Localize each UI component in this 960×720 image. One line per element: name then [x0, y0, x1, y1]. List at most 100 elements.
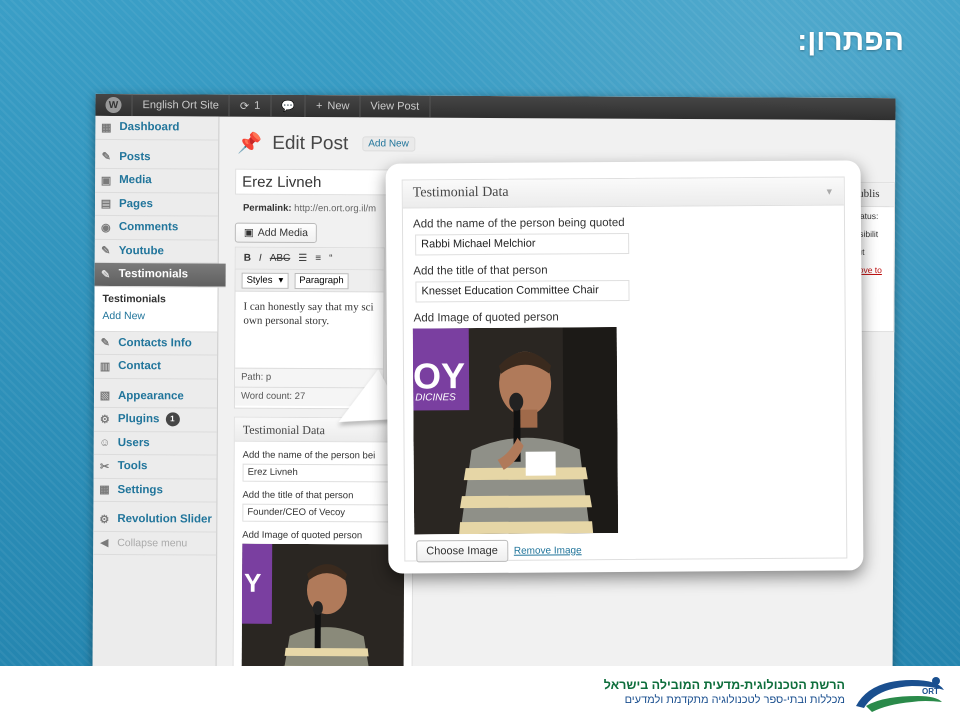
- remove-image-link[interactable]: Remove Image: [514, 545, 582, 556]
- media-icon: ▣: [243, 226, 254, 239]
- add-media-label: Add Media: [257, 226, 309, 240]
- italic-icon[interactable]: I: [259, 253, 262, 264]
- updates-item[interactable]: ⟳ 1: [229, 94, 272, 117]
- callout-metabox-header[interactable]: Testimonial Data ▼: [402, 177, 844, 209]
- sidebar-item-posts[interactable]: ✎ Posts: [95, 145, 219, 170]
- strikethrough-icon[interactable]: ABC: [270, 253, 291, 264]
- title-field[interactable]: Founder/CEO of Vecoy: [242, 503, 405, 523]
- sidebar-item-comments[interactable]: ◉ Comments: [94, 215, 218, 241]
- format-select[interactable]: Paragraph: [294, 272, 349, 289]
- image-field-label: Add Image of quoted person: [242, 529, 363, 542]
- zoom-callout: Testimonial Data ▼ Add the name of the p…: [385, 160, 864, 574]
- sidebar-item-label: Contacts Info: [118, 336, 192, 350]
- sidebar-item-label: Settings: [117, 483, 163, 497]
- sidebar-item-label: Tools: [117, 460, 148, 473]
- settings-icon: ▦: [99, 484, 110, 497]
- new-content-item[interactable]: + New: [305, 95, 361, 118]
- wp-logo-item[interactable]: W: [95, 93, 133, 117]
- sidebar-item-label: Users: [117, 436, 150, 449]
- speaker-photo-large-image: OY DICINES: [412, 327, 619, 535]
- format-select-value: Paragraph: [299, 274, 344, 287]
- sidebar-item-users[interactable]: ☺ Users: [93, 431, 217, 456]
- sidebar-item-label: Pages: [118, 197, 153, 210]
- styles-select[interactable]: Styles ▾: [241, 272, 289, 289]
- bold-icon[interactable]: B: [244, 253, 251, 264]
- callout-name-field[interactable]: Rabbi Michael Melchior: [415, 232, 630, 256]
- ort-logo: ORT: [856, 677, 944, 712]
- callout-image-label: Add Image of quoted person: [413, 311, 559, 325]
- permalink-label: Permalink:: [242, 202, 292, 214]
- new-label: New: [327, 100, 350, 113]
- callout-title-field[interactable]: Knesset Education Committee Chair: [415, 279, 630, 303]
- wordpress-logo-icon: W: [105, 96, 122, 114]
- appearance-icon: ▧: [99, 390, 111, 403]
- tagline-line-2: מכללות ובתי-ספר לטכנולוגיה מתקדמת ולמדעי…: [624, 694, 845, 706]
- sidebar-item-settings[interactable]: ▦ Settings: [93, 478, 217, 503]
- sidebar-item-plugins[interactable]: ⚙ Plugins 1: [93, 407, 217, 433]
- ort-tagline: הרשת הטכנולוגית-מדעית המובילה בישראל מכל…: [604, 678, 845, 706]
- sidebar-item-label: Dashboard: [119, 121, 180, 134]
- sidebar-item-tools[interactable]: ✂ Tools: [93, 454, 217, 480]
- pages-icon: ▤: [100, 198, 112, 211]
- collapse-arrow-icon: ◀: [99, 537, 109, 550]
- collapse-label: Collapse menu: [117, 536, 188, 550]
- svg-text:Y: Y: [244, 568, 262, 598]
- sidebar-item-label: Youtube: [118, 244, 164, 258]
- pin-icon: ✎: [100, 268, 111, 281]
- callout-testimonial-metabox: Testimonial Data ▼ Add the name of the p…: [401, 176, 848, 563]
- quoted-person-photo: Y: [241, 543, 405, 685]
- sidebar-item-label: Posts: [119, 150, 151, 163]
- bullet-list-icon[interactable]: ☰: [298, 253, 307, 264]
- sidebar-item-dashboard[interactable]: ▦ Dashboard: [95, 115, 219, 141]
- sidebar-item-media[interactable]: ▣ Media: [95, 168, 219, 194]
- sidebar-item-contact[interactable]: ▥ Contact: [94, 354, 218, 380]
- sidebar-item-label: Media: [119, 174, 152, 187]
- tagline-line-1: הרשת הטכנולוגית-מדעית המובילה בישראל: [603, 678, 845, 692]
- editor-toolbar-1: B I ABC ☰ ≡ “: [235, 247, 384, 271]
- callout-title-label: Add the title of that person: [413, 264, 548, 278]
- collapse-menu-button[interactable]: ◀ Collapse menu: [93, 531, 217, 556]
- updates-count: 1: [254, 99, 261, 112]
- sidebar-item-label: Comments: [118, 221, 179, 234]
- comments-item[interactable]: 💬: [271, 94, 307, 118]
- plugins-update-badge: 1: [165, 412, 180, 427]
- speaker-photo-image: Y: [241, 543, 405, 685]
- svg-text:DICINES: DICINES: [415, 392, 456, 403]
- sidebar-item-youtube[interactable]: ✎ Youtube: [94, 239, 218, 264]
- page-title: Edit Post: [272, 132, 349, 154]
- admin-sidebar: ▦ Dashboard ✎ Posts ▣ Media ▤ Pages ◉ Comment…: [92, 115, 226, 693]
- permalink: Permalink: http://en.ort.org.il/m: [243, 203, 376, 215]
- editor-body[interactable]: I can honestly say that my sci own perso…: [235, 292, 383, 369]
- sidebar-item-revolution-slider[interactable]: ⚙ Revolution Slider: [93, 507, 217, 533]
- sidebar-item-contacts-info[interactable]: ✎ Contacts Info: [94, 331, 218, 356]
- collapse-toggle-icon[interactable]: ▼: [825, 183, 834, 200]
- pushpin-icon: 📌: [237, 132, 263, 155]
- sidebar-item-testimonials[interactable]: ✎ Testimonials: [94, 262, 226, 288]
- blockquote-icon[interactable]: “: [329, 253, 332, 264]
- callout-metabox-title: Testimonial Data: [412, 184, 509, 201]
- submenu-item-testimonials[interactable]: Testimonials: [102, 290, 217, 308]
- svg-text:ORT: ORT: [922, 687, 939, 696]
- submenu-item-add-new[interactable]: Add New: [102, 307, 217, 325]
- callout-image-actions: Choose Image Remove Image: [416, 537, 846, 563]
- callout-name-label: Add the name of the person being quoted: [412, 216, 625, 231]
- view-post-link[interactable]: View Post: [360, 95, 431, 118]
- pin-icon: ✎: [101, 151, 111, 164]
- slide-footer: הרשת הטכנולוגית-מדעית המובילה בישראל מכל…: [0, 666, 960, 720]
- media-icon: ▣: [100, 174, 112, 187]
- sidebar-item-label: Contact: [118, 360, 161, 373]
- add-new-button[interactable]: Add New: [362, 136, 415, 152]
- page-header: 📌 Edit Post Add New: [237, 131, 415, 157]
- sidebar-item-pages[interactable]: ▤ Pages: [94, 192, 219, 217]
- permalink-url[interactable]: http://en.ort.org.il/m: [294, 203, 376, 214]
- name-field-label: Add the name of the person bei: [242, 449, 376, 462]
- comment-bubble-icon: 💬: [281, 100, 296, 113]
- name-field[interactable]: Erez Livneh: [242, 463, 405, 483]
- add-media-button[interactable]: ▣ Add Media: [234, 222, 318, 244]
- sidebar-item-appearance[interactable]: ▧ Appearance: [93, 384, 218, 409]
- numbered-list-icon[interactable]: ≡: [315, 253, 321, 264]
- tools-icon: ✂: [99, 460, 110, 473]
- choose-image-button[interactable]: Choose Image: [416, 539, 508, 563]
- contact-icon: ▥: [99, 360, 111, 373]
- site-name-link[interactable]: English Ort Site: [132, 94, 230, 117]
